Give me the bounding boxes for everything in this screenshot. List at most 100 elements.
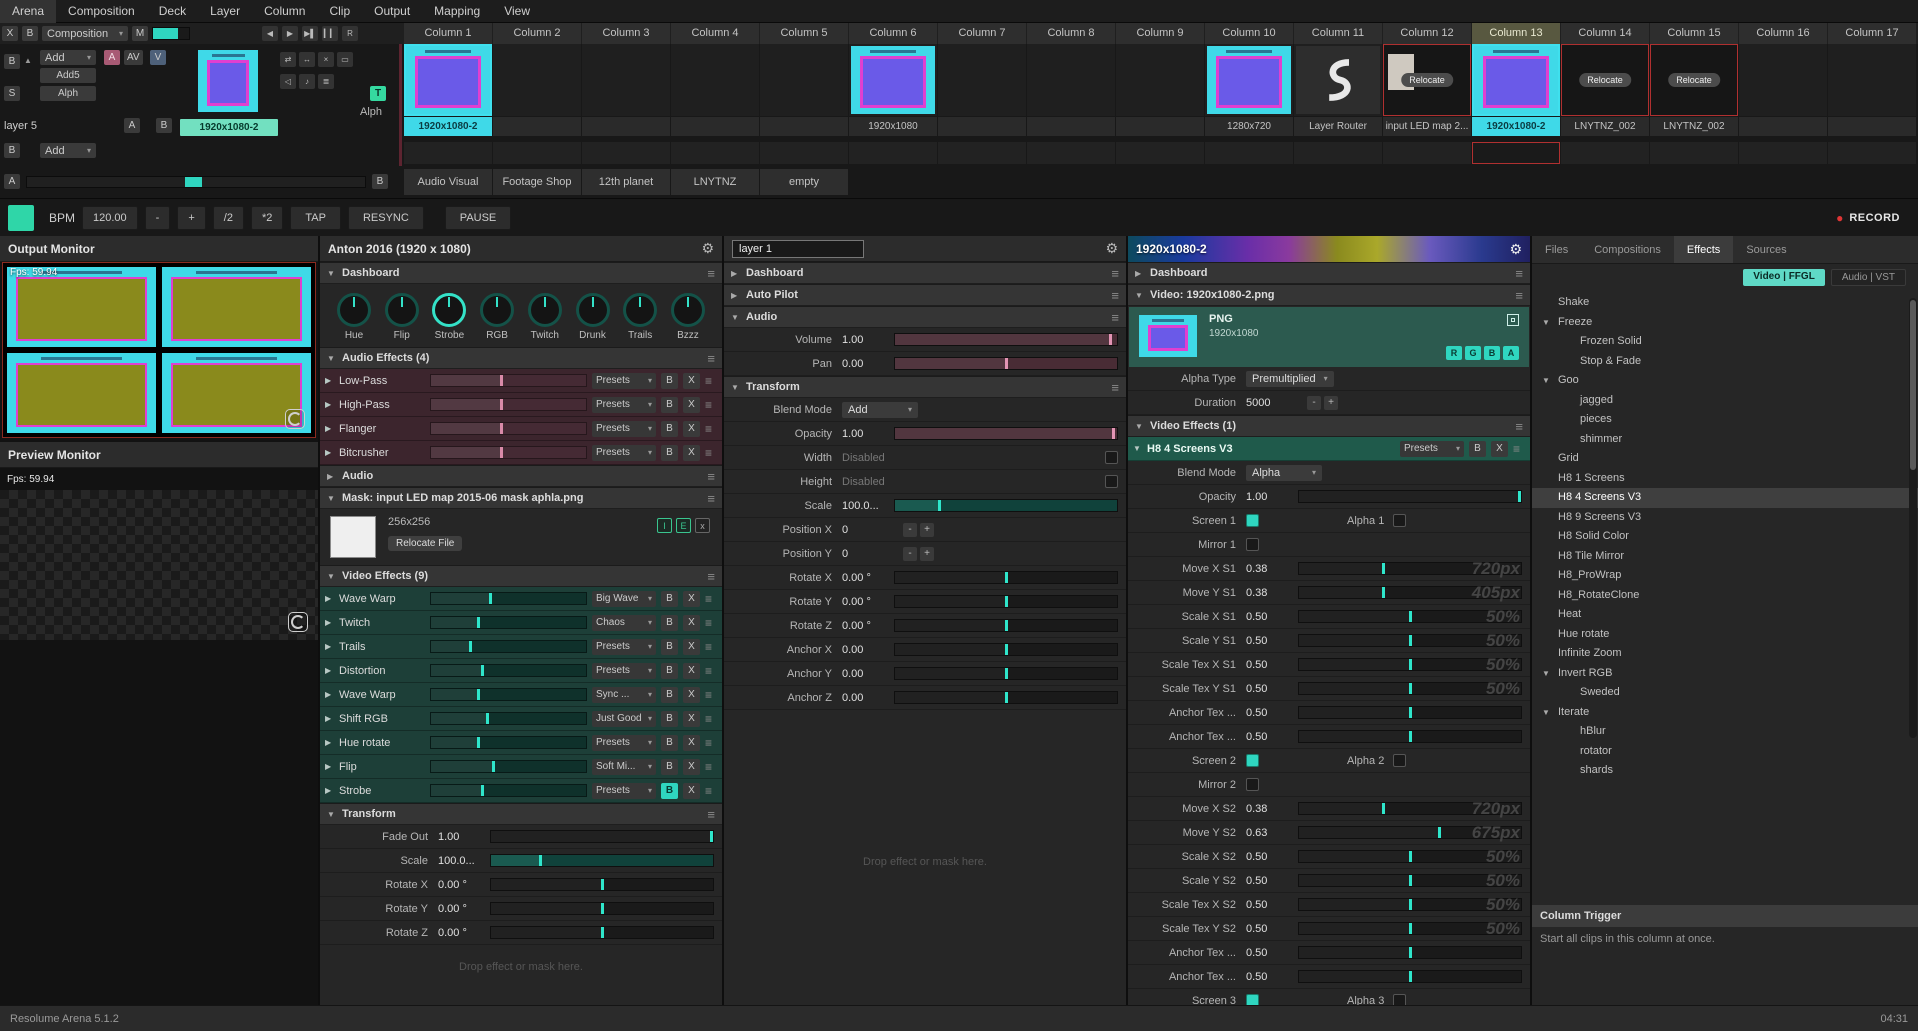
clip-slot-17[interactable]: [1828, 44, 1916, 116]
deck-tab-footage-shop[interactable]: Footage Shop: [493, 169, 581, 195]
param-value[interactable]: 0.50: [1246, 851, 1298, 863]
param-value[interactable]: 0: [842, 524, 894, 536]
clip-direction-random-icon[interactable]: ×: [318, 52, 334, 67]
layer-name-input[interactable]: [732, 240, 864, 258]
clip-direction-pause-icon[interactable]: ▭: [337, 52, 353, 67]
effect-item-infinite-zoom[interactable]: Infinite Zoom: [1532, 644, 1918, 664]
param-value[interactable]: 1.00: [842, 334, 894, 346]
param-slider[interactable]: [1298, 898, 1522, 911]
effect-item-h8-1-screens[interactable]: H8 1 Screens: [1532, 469, 1918, 489]
clear-button[interactable]: X: [683, 421, 700, 437]
increment-button[interactable]: +: [920, 523, 934, 537]
param-slider[interactable]: [490, 878, 714, 891]
menu-deck[interactable]: Deck: [147, 0, 198, 23]
dial-knob-icon[interactable]: [671, 293, 705, 327]
param-value[interactable]: 0.50: [1246, 947, 1298, 959]
param-value[interactable]: 0.00 °: [842, 620, 894, 632]
beat-indicator[interactable]: [8, 205, 34, 231]
preset-dropdown[interactable]: Sync ...▾: [592, 687, 656, 703]
menu-icon[interactable]: ≡: [705, 616, 717, 630]
param-slider[interactable]: [1298, 730, 1522, 743]
menu-output[interactable]: Output: [362, 0, 422, 23]
column-header-11[interactable]: Column 11: [1294, 23, 1382, 44]
menu-icon[interactable]: ≡: [707, 469, 715, 484]
dial-knob-icon[interactable]: [528, 293, 562, 327]
menu-icon[interactable]: ≡: [705, 592, 717, 606]
effect-item-heat[interactable]: Heat: [1532, 605, 1918, 625]
tab-sources[interactable]: Sources: [1733, 236, 1799, 263]
clip-label-3[interactable]: [582, 117, 670, 136]
menu-icon[interactable]: ≡: [1515, 288, 1523, 303]
triangle-down-icon[interactable]: ▼: [731, 313, 740, 322]
checkbox[interactable]: [1246, 754, 1259, 767]
param-value[interactable]: 0.50: [1246, 611, 1298, 623]
triangle-right-icon[interactable]: ▶: [325, 376, 334, 385]
clip-slot-8[interactable]: [1027, 44, 1115, 116]
menu-mapping[interactable]: Mapping: [422, 0, 492, 23]
param-slider[interactable]: [894, 667, 1118, 680]
param-slider[interactable]: [490, 902, 714, 915]
param-slider[interactable]: [894, 643, 1118, 656]
column-header-8[interactable]: Column 8: [1027, 23, 1115, 44]
param-slider[interactable]: [894, 619, 1118, 632]
clear-button[interactable]: X: [1491, 441, 1508, 457]
triangle-down-icon[interactable]: ▼: [1135, 291, 1144, 300]
clip-label-7[interactable]: [938, 117, 1026, 136]
active-clip-label[interactable]: 1920x1080-2: [180, 119, 278, 136]
menu-composition[interactable]: Composition: [56, 0, 147, 23]
effect-item-jagged[interactable]: jagged: [1532, 391, 1918, 411]
param-slider[interactable]: [1298, 706, 1522, 719]
layer-bypass-button[interactable]: B: [4, 54, 20, 69]
preset-dropdown[interactable]: Presets▾: [592, 373, 656, 389]
channel-g-button[interactable]: G: [1465, 346, 1481, 360]
clip-slot2-16[interactable]: [1739, 142, 1827, 164]
bypass-button[interactable]: B: [661, 397, 678, 413]
triangle-right-icon[interactable]: ▶: [325, 448, 334, 457]
checkbox[interactable]: [1105, 475, 1118, 488]
effect-item-h8-tile-mirror[interactable]: H8 Tile Mirror: [1532, 547, 1918, 567]
param-slider[interactable]: [894, 499, 1118, 512]
clip-slot2-9[interactable]: [1116, 142, 1204, 164]
bypass-button[interactable]: B: [661, 615, 678, 631]
layer2-blend-dropdown[interactable]: Add▾: [40, 143, 96, 158]
section-dashboard[interactable]: ▶ Dashboard ≡: [1128, 262, 1530, 284]
clear-button[interactable]: X: [683, 783, 700, 799]
column-header-2[interactable]: Column 2: [493, 23, 581, 44]
menu-icon[interactable]: ≡: [1513, 442, 1525, 456]
clip-slot2-10[interactable]: [1205, 142, 1293, 164]
triangle-right-icon[interactable]: ▶: [325, 618, 334, 627]
section-dashboard[interactable]: ▼ Dashboard ≡: [320, 262, 722, 284]
param-slider[interactable]: [894, 357, 1118, 370]
layer-audiovideo-toggle[interactable]: AV: [124, 50, 143, 65]
preset-dropdown[interactable]: Presets▾: [592, 397, 656, 413]
section-autopilot[interactable]: ▶ Auto Pilot ≡: [724, 284, 1126, 306]
rotate-output-icon[interactable]: [285, 409, 305, 429]
clip-label-13[interactable]: 1920x1080-2: [1472, 117, 1560, 136]
checkbox[interactable]: [1246, 538, 1259, 551]
menu-icon[interactable]: ≡: [705, 422, 717, 436]
param-slider[interactable]: [894, 571, 1118, 584]
effect-item-shake[interactable]: Shake: [1532, 293, 1918, 313]
checkbox[interactable]: [1246, 994, 1259, 1005]
triangle-right-icon[interactable]: ▶: [325, 594, 334, 603]
triangle-right-icon[interactable]: ▶: [325, 690, 334, 699]
triangle-down-icon[interactable]: ▼: [731, 383, 740, 392]
section-clip-video-effects[interactable]: ▼ Video Effects (1) ≡: [1128, 415, 1530, 437]
dashboard-dial-drunk[interactable]: Drunk: [571, 293, 615, 341]
triangle-right-icon[interactable]: ▶: [325, 714, 334, 723]
clip-label-16[interactable]: [1739, 117, 1827, 136]
param-value[interactable]: 0.00: [842, 692, 894, 704]
menu-icon[interactable]: ≡: [705, 640, 717, 654]
bypass-button[interactable]: B: [661, 373, 678, 389]
clip-slot2-14[interactable]: [1561, 142, 1649, 164]
effect-slider[interactable]: [430, 374, 587, 387]
checkbox[interactable]: [1105, 451, 1118, 464]
param-slider[interactable]: [894, 333, 1118, 346]
crossfader-assign-a[interactable]: A: [124, 118, 140, 133]
bypass-button[interactable]: B: [661, 421, 678, 437]
param-slider[interactable]: [1298, 682, 1522, 695]
clear-button[interactable]: X: [683, 759, 700, 775]
clip-slot-11[interactable]: [1294, 44, 1382, 116]
param-slider[interactable]: [1298, 802, 1522, 815]
bypass-button[interactable]: B: [661, 711, 678, 727]
